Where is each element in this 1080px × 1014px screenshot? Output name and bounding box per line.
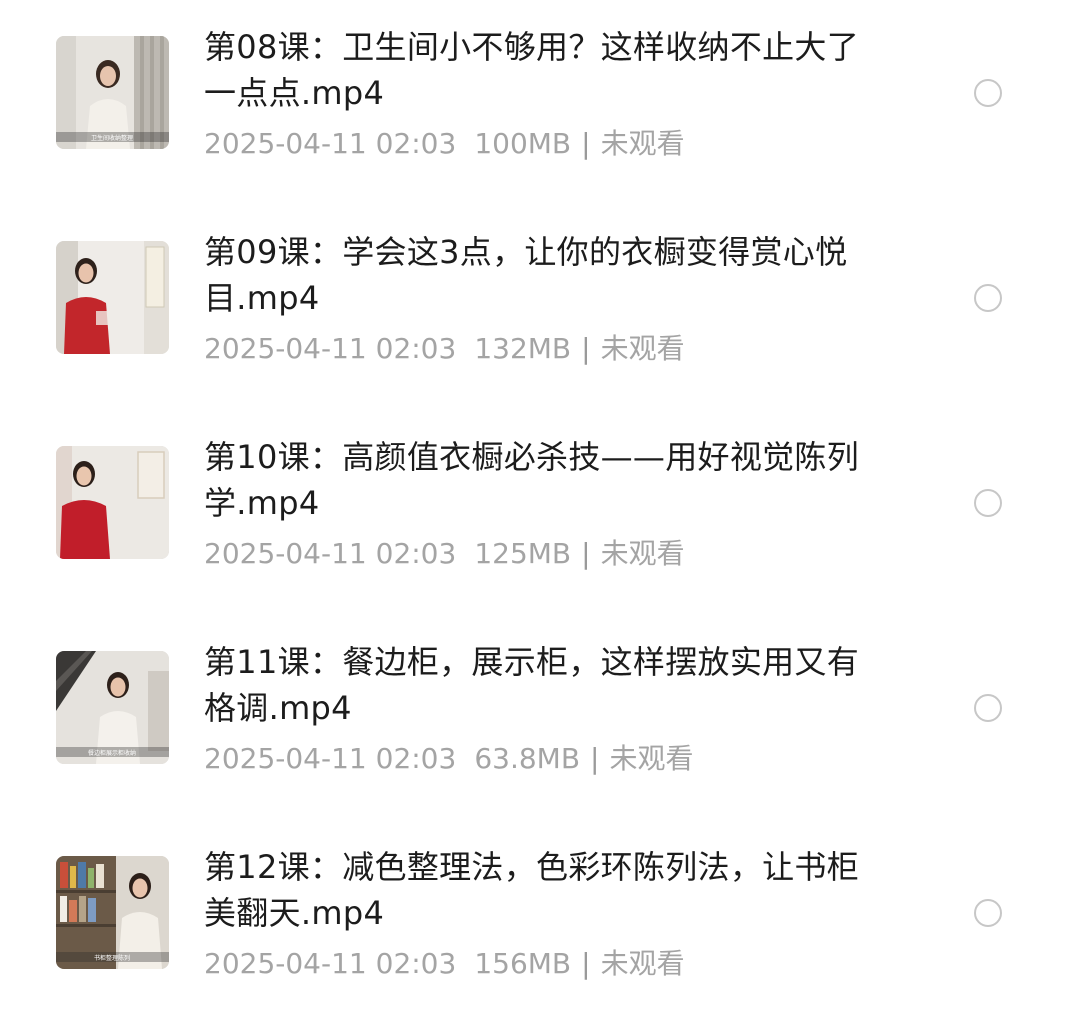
watch-status: 未观看 [600,332,685,365]
file-title[interactable]: 第12课：减色整理法，色彩环陈列法，让书柜美翻天.mp4 [204,844,884,936]
file-row-lesson-08[interactable]: 卫生间收纳整理 第08课：卫生间小不够用？这样收纳不止大了一点点.mp4 202… [0,0,1080,170]
video-thumbnail-image: 书柜整理陈列 [56,856,169,969]
file-meta: 2025-04-11 02:03 156MB | 未观看 [204,946,685,982]
meta-separator: | [581,537,591,570]
file-meta: 2025-04-11 02:03 125MB | 未观看 [204,536,685,572]
meta-separator: | [581,947,591,980]
meta-separator: | [581,127,591,160]
thumbnail-caption: 餐边柜展示柜收纳 [88,749,136,757]
file-row-lesson-11[interactable]: 餐边柜展示柜收纳 第11课：餐边柜，展示柜，这样摆放实用又有格调.mp4 202… [0,615,1080,785]
thumbnail-caption: 书柜整理陈列 [94,954,130,962]
select-radio-icon[interactable] [974,489,1002,517]
file-row-lesson-09[interactable]: 第09课：学会这3点，让你的衣橱变得赏心悦目.mp4 2025-04-11 02… [0,205,1080,375]
file-title[interactable]: 第09课：学会这3点，让你的衣橱变得赏心悦目.mp4 [204,229,884,321]
watch-status: 未观看 [600,537,685,570]
file-meta: 2025-04-11 02:03 100MB | 未观看 [204,126,685,162]
file-title[interactable]: 第08课：卫生间小不够用？这样收纳不止大了一点点.mp4 [204,24,884,116]
file-title[interactable]: 第11课：餐边柜，展示柜，这样摆放实用又有格调.mp4 [204,639,884,731]
file-date: 2025-04-11 02:03 [204,537,457,570]
video-thumbnail-image [56,241,169,354]
thumbnail-caption: 卫生间收纳整理 [91,134,133,142]
watch-status: 未观看 [609,742,694,775]
select-radio-icon[interactable] [974,79,1002,107]
video-thumbnail[interactable]: 卫生间收纳整理 [56,36,169,149]
file-meta: 2025-04-11 02:03 63.8MB | 未观看 [204,741,694,777]
video-thumbnail-image: 卫生间收纳整理 [56,36,169,149]
watch-status: 未观看 [600,127,685,160]
watch-status: 未观看 [600,947,685,980]
video-thumbnail[interactable]: 餐边柜展示柜收纳 [56,651,169,764]
file-row-lesson-10[interactable]: 第10课：高颜值衣橱必杀技——用好视觉陈列学.mp4 2025-04-11 02… [0,410,1080,580]
meta-separator: | [581,332,591,365]
file-title[interactable]: 第10课：高颜值衣橱必杀技——用好视觉陈列学.mp4 [204,434,884,526]
video-thumbnail[interactable] [56,241,169,354]
file-date: 2025-04-11 02:03 [204,332,457,365]
file-size: 100MB [474,127,572,160]
file-row-lesson-12[interactable]: 书柜整理陈列 第12课：减色整理法，色彩环陈列法，让书柜美翻天.mp4 2025… [0,820,1080,990]
select-radio-icon[interactable] [974,899,1002,927]
select-radio-icon[interactable] [974,284,1002,312]
file-size: 132MB [474,332,572,365]
file-date: 2025-04-11 02:03 [204,947,457,980]
video-thumbnail[interactable]: 书柜整理陈列 [56,856,169,969]
file-size: 63.8MB [474,742,581,775]
file-date: 2025-04-11 02:03 [204,127,457,160]
file-list: 卫生间收纳整理 第08课：卫生间小不够用？这样收纳不止大了一点点.mp4 202… [0,0,1080,1014]
video-thumbnail-image [56,446,169,559]
video-thumbnail-image: 餐边柜展示柜收纳 [56,651,169,764]
file-size: 125MB [474,537,572,570]
meta-separator: | [590,742,600,775]
file-meta: 2025-04-11 02:03 132MB | 未观看 [204,331,685,367]
video-thumbnail[interactable] [56,446,169,559]
file-date: 2025-04-11 02:03 [204,742,457,775]
select-radio-icon[interactable] [974,694,1002,722]
file-size: 156MB [474,947,572,980]
